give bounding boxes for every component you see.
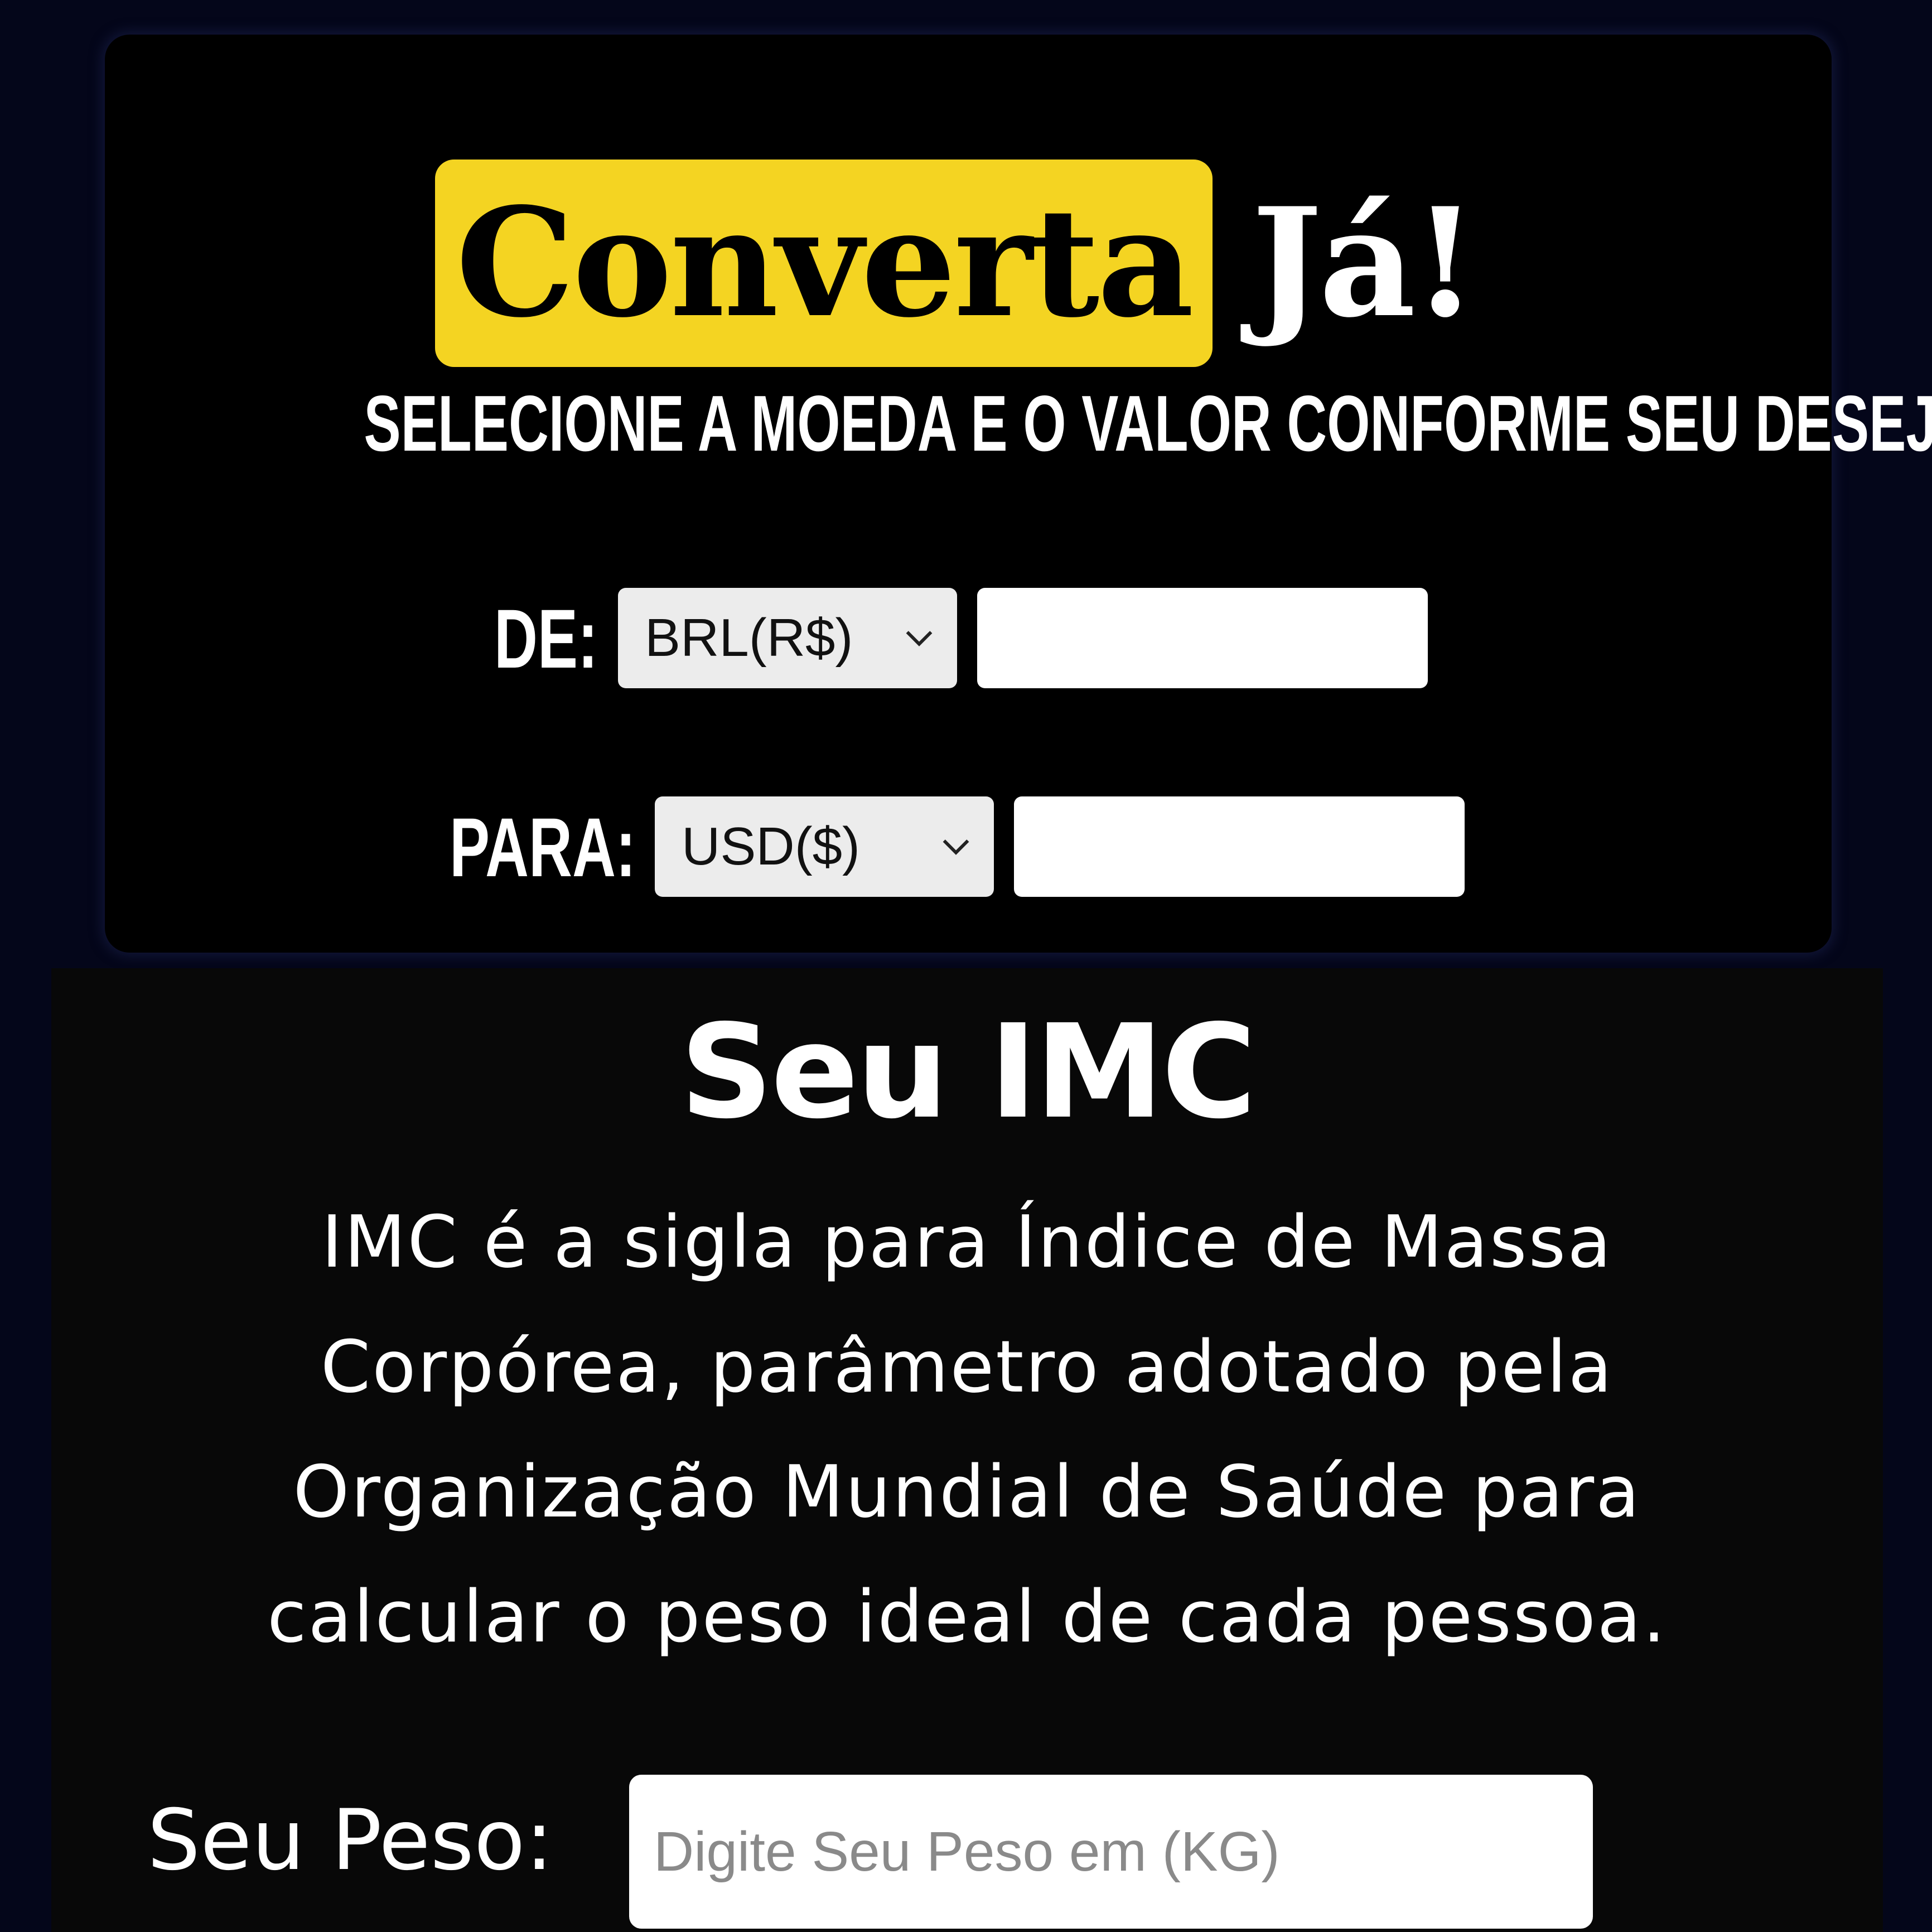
- imc-title: Seu IMC: [680, 997, 1257, 1147]
- chevron-down-icon: [943, 839, 969, 855]
- weight-label: Seu Peso:: [147, 1792, 554, 1889]
- to-currency-value: USD($): [682, 817, 861, 876]
- from-label: DE:: [494, 592, 598, 685]
- chevron-down-icon: [906, 631, 933, 646]
- converter-subtitle: Selecione a moeda e o valor conforme seu…: [364, 379, 1932, 468]
- from-currency-select[interactable]: BRL(R$): [618, 588, 957, 688]
- brand-exclamation: Já!: [1252, 175, 1478, 351]
- to-row: PARA: USD($): [105, 796, 1832, 898]
- imc-description: IMC é a sigla para Índice de Massa Corpó…: [267, 1201, 1667, 1659]
- from-amount-input[interactable]: [977, 588, 1428, 688]
- weight-row: Seu Peso:: [51, 1762, 1883, 1929]
- to-label: PARA:: [450, 800, 636, 894]
- imc-section: Seu IMC IMC é a sigla para Índice de Mas…: [51, 968, 1883, 1932]
- currency-converter-card: Converta Já! Selecione a moeda e o valor…: [105, 35, 1932, 953]
- from-row: DE: BRL(R$): [105, 588, 1832, 689]
- from-currency-value: BRL(R$): [645, 608, 853, 668]
- to-amount-input[interactable]: [1014, 796, 1465, 897]
- to-currency-select[interactable]: USD($): [655, 796, 994, 897]
- brand-highlight: Converta: [435, 160, 1213, 367]
- converter-brand: Converta Já!: [105, 160, 1832, 367]
- weight-input[interactable]: [629, 1775, 1593, 1929]
